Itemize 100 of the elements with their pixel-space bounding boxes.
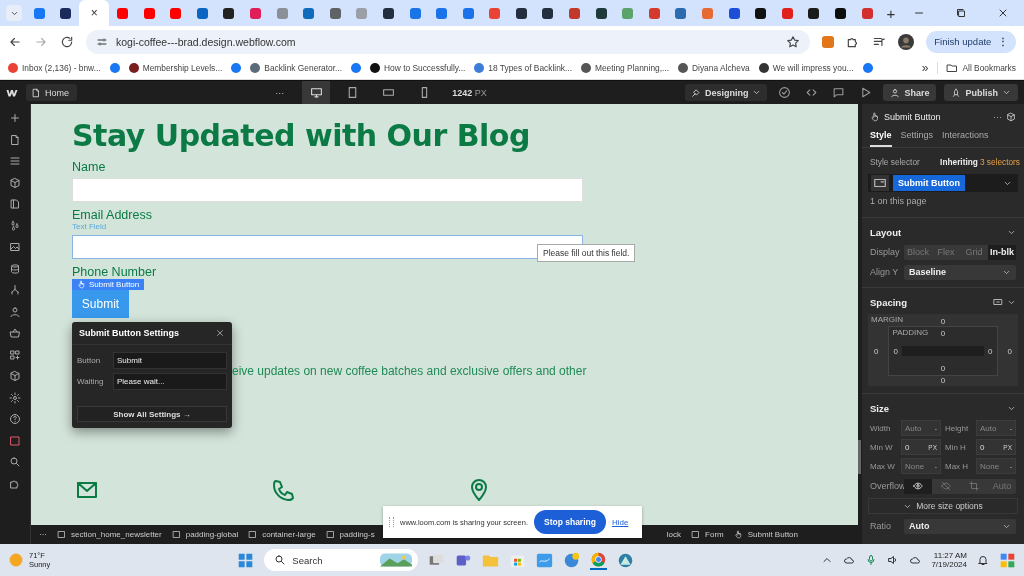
more-button[interactable]: ··· <box>993 112 1002 122</box>
margin-value[interactable]: 0 <box>874 346 879 356</box>
breadcrumb[interactable]: padding-global <box>185 530 239 539</box>
navigator-icon[interactable] <box>9 155 21 167</box>
plus-icon[interactable] <box>9 112 21 124</box>
selector-icon <box>871 175 889 191</box>
panel-tab[interactable]: Style <box>870 130 892 147</box>
restore-icon[interactable] <box>955 7 967 19</box>
reload-icon[interactable] <box>60 34 74 49</box>
book-icon[interactable] <box>9 198 21 210</box>
padding-value[interactable]: 0 <box>893 346 898 356</box>
play-icon[interactable] <box>859 86 873 99</box>
scrollbar-thumb[interactable] <box>858 440 861 474</box>
breadcrumb[interactable]: Form <box>705 530 724 539</box>
widgets-icon[interactable] <box>999 551 1016 569</box>
bell-icon[interactable] <box>977 554 989 566</box>
ratio-dropdown[interactable]: Auto <box>904 518 1016 534</box>
code-icon[interactable] <box>805 86 819 99</box>
stop-sharing-button[interactable]: Stop sharing <box>533 510 606 534</box>
fox-icon[interactable] <box>822 35 835 48</box>
avatar-icon[interactable] <box>898 33 915 50</box>
new-tab-button[interactable]: + <box>886 4 896 22</box>
breadcrumb[interactable]: lock <box>666 530 682 539</box>
display-option[interactable]: In-blk <box>988 244 1016 260</box>
bookmark[interactable]: Inbox (2,136) - bnw... <box>8 63 101 73</box>
align-dropdown[interactable]: Baseline <box>904 264 1016 280</box>
cube-icon[interactable] <box>9 176 21 189</box>
page-icon[interactable] <box>9 133 21 146</box>
image-icon[interactable] <box>9 241 21 253</box>
setting-field[interactable]: Please wait... <box>113 373 227 390</box>
windows-icon[interactable] <box>237 551 255 569</box>
person-icon[interactable] <box>9 305 21 318</box>
margin-value[interactable]: 0 <box>940 376 946 385</box>
show-all-settings-button[interactable]: Show All Settings → <box>77 406 227 422</box>
clock[interactable]: 11:27 AM 7/19/2024 <box>931 551 967 569</box>
more-bookmarks-button[interactable]: » <box>921 61 929 75</box>
padding-value[interactable]: 0 <box>988 346 993 356</box>
breadcrumb[interactable]: container-large <box>262 530 316 539</box>
share-button[interactable]: Share <box>883 84 937 101</box>
search-icon[interactable] <box>9 456 21 468</box>
mode-dropdown[interactable]: Designing <box>684 84 768 101</box>
more-button[interactable]: ··· <box>275 87 285 98</box>
spacing-icon[interactable] <box>993 297 1003 307</box>
cloud-icon[interactable] <box>909 554 922 566</box>
search-field[interactable]: Search <box>264 549 419 571</box>
desktop-device-button[interactable] <box>302 81 331 104</box>
chrome-icon[interactable] <box>590 550 608 570</box>
bookmark[interactable]: Meeting Planning,... <box>581 63 669 73</box>
help-icon[interactable] <box>9 413 21 425</box>
panel-tab[interactable]: Interactions <box>942 130 989 147</box>
panel-tab[interactable]: Settings <box>900 130 934 147</box>
bookmark[interactable]: Diyana Alcheva <box>678 63 750 73</box>
publish-button[interactable]: Publish <box>944 84 1018 101</box>
browser-tab[interactable]: × <box>79 0 110 26</box>
finish-update-button[interactable]: Finish update ⋮ <box>926 30 1016 53</box>
app-icon[interactable] <box>617 551 635 569</box>
page-button[interactable]: Home <box>26 84 77 101</box>
input-field[interactable] <box>72 178 583 202</box>
logo-icon[interactable] <box>6 87 18 98</box>
margin-value[interactable]: 0 <box>1007 346 1012 356</box>
database-icon[interactable] <box>9 262 21 275</box>
close-icon[interactable] <box>997 7 1009 19</box>
bookmark[interactable]: We will impress you... <box>758 63 854 73</box>
breadcrumb[interactable]: Submit Button <box>747 530 798 539</box>
drag-handle[interactable] <box>389 517 394 527</box>
selectors-link[interactable]: 3 selectors <box>979 157 1020 167</box>
basket-icon[interactable] <box>9 327 21 339</box>
property-label: Max W <box>870 461 896 471</box>
selector-field[interactable]: Submit Button <box>868 174 1018 192</box>
check-icon[interactable] <box>778 86 792 99</box>
margin-value[interactable]: 0 <box>940 317 946 326</box>
padding-value[interactable]: 0 <box>940 364 946 373</box>
cube-icon[interactable] <box>1006 112 1016 122</box>
input-field[interactable] <box>72 235 583 259</box>
bookmark[interactable]: How to Successfully... <box>370 63 466 73</box>
breadcrumb[interactable]: padding-s <box>339 530 375 539</box>
bookmark[interactable]: Membership Levels... <box>128 63 223 73</box>
address-bar[interactable]: kogi-coffee---brad.design.webflow.com <box>86 29 811 54</box>
setting-field[interactable]: Submit <box>113 352 227 369</box>
star-icon[interactable] <box>786 34 801 49</box>
close-icon[interactable] <box>215 328 225 338</box>
padding-value[interactable]: 0 <box>940 329 946 338</box>
bookmark[interactable]: 18 Types of Backlink... <box>474 63 572 73</box>
microphone-icon[interactable] <box>865 554 878 566</box>
breadcrumb[interactable]: section_home_newsletter <box>71 530 162 539</box>
overflow-option[interactable] <box>904 478 932 494</box>
globe-icon[interactable] <box>563 551 581 569</box>
more-size-options-button[interactable]: More size options <box>868 498 1018 514</box>
breadcrumb-more[interactable]: ··· <box>39 530 47 539</box>
cloud-icon[interactable] <box>843 554 856 566</box>
branch-icon[interactable] <box>9 284 21 296</box>
comment-icon[interactable] <box>832 86 846 99</box>
heading: Stay Updated with Our Blog <box>72 118 530 154</box>
settings-icon[interactable] <box>9 391 21 404</box>
menu-icon[interactable]: ⋮ <box>998 36 1008 47</box>
drops-icon[interactable] <box>9 219 21 232</box>
cube-icon[interactable] <box>9 370 21 382</box>
bookmark[interactable]: Backlink Generator... <box>250 63 343 73</box>
hide-link[interactable]: Hide <box>611 517 629 527</box>
grid-icon[interactable] <box>9 348 21 361</box>
